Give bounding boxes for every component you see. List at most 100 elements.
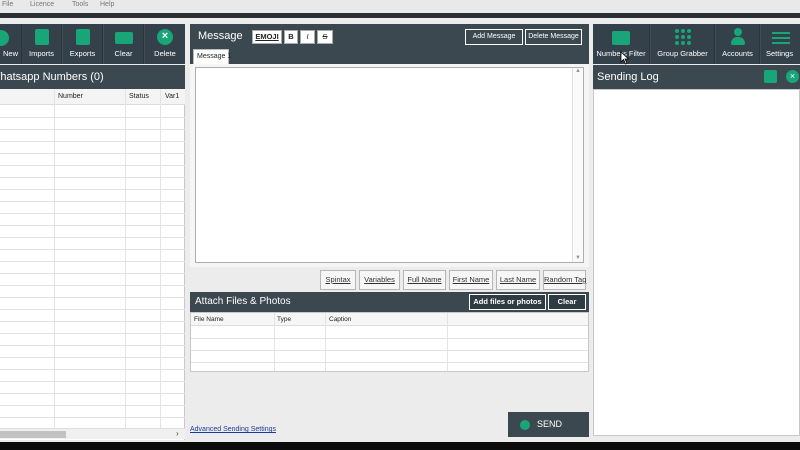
emoji-button[interactable]: EMOJI: [252, 30, 282, 44]
save-log-icon[interactable]: [764, 70, 777, 83]
table-row: [0, 201, 185, 202]
attach-table-header: File Name Type Caption: [191, 313, 588, 326]
sending-log-area[interactable]: [593, 89, 800, 436]
col-status[interactable]: Status: [129, 93, 149, 100]
numbers-panel-title: Whatsapp Numbers (0): [0, 71, 104, 83]
menu-licence[interactable]: Licence: [30, 1, 54, 8]
scroll-right-arrow-icon[interactable]: ›: [176, 429, 179, 438]
table-row: [0, 117, 185, 118]
col-file-name[interactable]: File Name: [194, 316, 224, 323]
scrollbar-thumb[interactable]: [0, 431, 66, 438]
table-row: [0, 321, 185, 322]
grid-icon: [674, 28, 692, 46]
table-row: [0, 405, 185, 406]
last-name-button[interactable]: Last Name: [496, 270, 540, 290]
clear-button[interactable]: Clear: [104, 24, 144, 64]
scroll-up-arrow-icon[interactable]: ▲: [575, 68, 581, 74]
table-row: [0, 225, 185, 226]
table-row: [0, 297, 185, 298]
bold-button[interactable]: B: [284, 30, 298, 44]
menu-file[interactable]: File: [2, 1, 13, 8]
numbers-panel-header: Whatsapp Numbers (0): [0, 65, 185, 89]
folder-icon: [612, 31, 630, 45]
table-row: [0, 393, 185, 394]
first-name-button[interactable]: First Name: [449, 270, 493, 290]
add-files-button[interactable]: Add files or photos: [469, 294, 546, 310]
table-row: [0, 249, 185, 250]
italic-button[interactable]: I: [300, 30, 315, 44]
advanced-settings-link[interactable]: Advanced Sending Settings: [190, 426, 276, 433]
col-number[interactable]: Number: [58, 93, 83, 100]
imports-button[interactable]: Imports: [22, 24, 62, 64]
attach-table[interactable]: File Name Type Caption: [190, 312, 589, 372]
tab-message-1[interactable]: Message 1: [193, 49, 231, 64]
delete-button[interactable]: × Delete: [145, 24, 185, 64]
log-header: Sending Log ×: [593, 65, 800, 89]
group-grabber-button[interactable]: Group Grabber: [651, 24, 715, 64]
table-row: [0, 333, 185, 334]
table-row: [0, 357, 185, 358]
table-grid-line: [54, 89, 55, 428]
user-icon: [730, 28, 746, 46]
numbers-table[interactable]: Number Status Var1 ›: [0, 89, 185, 440]
message-vscrollbar[interactable]: ▲ ▼: [572, 68, 583, 262]
variables-button[interactable]: Variables: [359, 270, 400, 290]
strike-button[interactable]: S: [317, 30, 333, 44]
table-row: [0, 309, 185, 310]
import-icon: [34, 29, 49, 45]
add-message-button[interactable]: Add Message: [465, 29, 523, 45]
col-caption[interactable]: Caption: [329, 316, 351, 323]
export-icon: [75, 29, 90, 45]
message-editor-frame: ▲ ▼: [190, 64, 589, 267]
table-row: [0, 261, 185, 262]
table-row: [0, 141, 185, 142]
table-row: [0, 381, 185, 382]
plus-circle-icon: [0, 30, 9, 46]
message-tab-strip: [190, 48, 589, 64]
mouse-cursor-icon: [620, 51, 630, 65]
table-row: [0, 177, 185, 178]
send-label: SEND: [537, 419, 563, 429]
numbers-hscrollbar[interactable]: ›: [0, 428, 185, 439]
table-grid-line: [125, 89, 126, 428]
col-type[interactable]: Type: [277, 316, 291, 323]
log-title: Sending Log: [597, 71, 659, 83]
sliders-icon: [771, 29, 790, 45]
left-toolbar: New Imports Exports Clear × Delete: [0, 24, 185, 64]
attach-clear-button[interactable]: Clear: [548, 294, 586, 310]
table-row: [0, 345, 185, 346]
menu-help[interactable]: Help: [100, 1, 114, 8]
attach-title: Attach Files & Photos: [195, 296, 291, 307]
table-row: [0, 129, 185, 130]
table-row: [0, 189, 185, 190]
accounts-button[interactable]: Accounts: [716, 24, 760, 64]
screen-bottom-edge: [0, 442, 800, 450]
clear-icon: [114, 32, 133, 44]
numbers-table-header: Number Status Var1: [0, 89, 185, 105]
table-row: [0, 285, 185, 286]
new-button[interactable]: New: [0, 24, 22, 64]
spintax-button[interactable]: Spintax: [320, 270, 356, 290]
clear-log-icon[interactable]: ×: [786, 70, 799, 83]
table-row: [0, 273, 185, 274]
attach-grid-line: [191, 338, 588, 339]
table-row: [0, 165, 185, 166]
col-var1[interactable]: Var1: [165, 93, 179, 100]
attach-grid-line: [191, 362, 588, 363]
settings-button[interactable]: Settings: [761, 24, 800, 64]
send-button[interactable]: SEND: [508, 412, 589, 437]
menu-bar: File Licence Tools Help: [0, 0, 800, 13]
message-textarea[interactable]: ▲ ▼: [195, 67, 584, 263]
random-tag-button[interactable]: Random Tag: [543, 270, 586, 290]
full-name-button[interactable]: Full Name: [403, 270, 446, 290]
scroll-down-arrow-icon[interactable]: ▼: [575, 255, 581, 261]
attach-grid-line: [191, 350, 588, 351]
delete-icon: ×: [157, 29, 173, 45]
send-icon: [520, 420, 530, 430]
delete-message-button[interactable]: Delete Message: [525, 29, 582, 45]
message-title: Message: [198, 30, 243, 42]
menu-tools[interactable]: Tools: [72, 1, 88, 8]
exports-button[interactable]: Exports: [63, 24, 103, 64]
table-row: [0, 153, 185, 154]
table-grid-line: [160, 89, 161, 428]
